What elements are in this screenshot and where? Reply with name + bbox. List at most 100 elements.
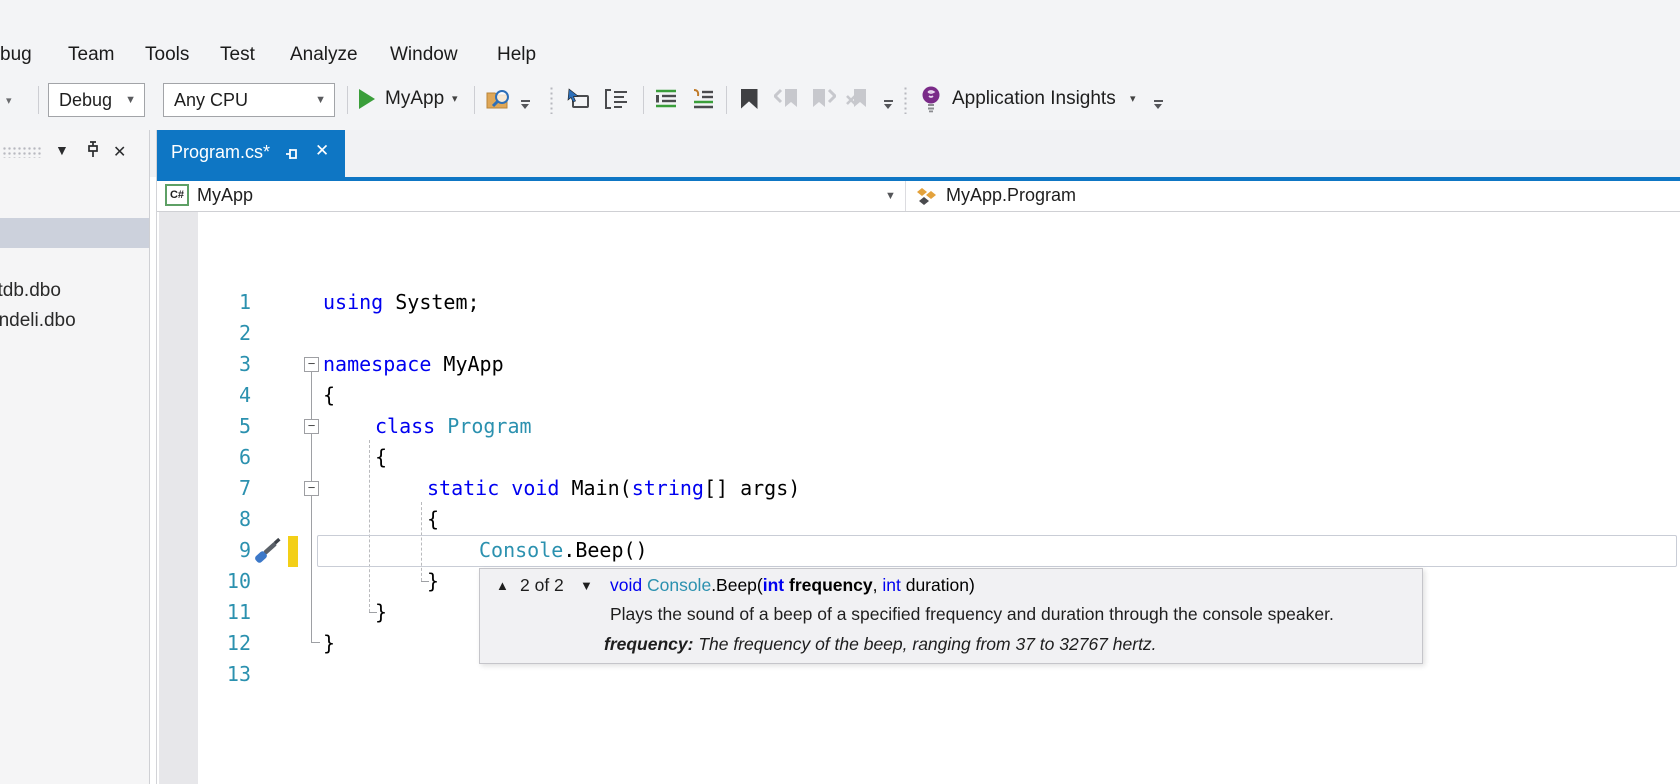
code-line-4[interactable]: 4{ — [157, 380, 1680, 411]
line-number: 9 — [187, 535, 251, 566]
toolbar-option-overflow[interactable] — [1152, 100, 1164, 112]
parameter-info-tooltip: ▲ 2 of 2 ▼ void Console.Beep(int frequen… — [479, 568, 1423, 664]
line-number: 4 — [187, 380, 251, 411]
tree-item[interactable]: stdb.dbo — [0, 280, 61, 302]
code-token: void — [610, 575, 647, 595]
code-line-9[interactable]: 9 Console.Beep() — [157, 535, 1680, 566]
member-dropdown-value: MyApp.Program — [946, 185, 1076, 206]
member-list-icon[interactable] — [563, 84, 593, 114]
close-icon[interactable]: ✕ — [113, 142, 126, 162]
member-dropdown[interactable]: MyApp.Program — [906, 181, 1676, 211]
menu-item-help[interactable]: Help — [497, 44, 536, 66]
decrease-indent-icon[interactable] — [651, 84, 681, 114]
menu-item-bug[interactable]: bug — [0, 44, 32, 66]
start-button-label[interactable]: MyApp — [385, 88, 444, 110]
line-number: 11 — [187, 597, 251, 628]
code-token: string — [632, 476, 704, 500]
line-number: 12 — [187, 628, 251, 659]
platform-value: Any CPU — [174, 90, 248, 110]
code-text: using System; — [323, 287, 480, 318]
code-text: { — [375, 442, 387, 473]
clear-bookmarks-icon[interactable] — [843, 84, 873, 114]
code-token: System; — [383, 290, 479, 314]
chevron-down-icon[interactable]: ▾ — [6, 94, 12, 107]
line-number: 1 — [187, 287, 251, 318]
menu-item-test[interactable]: Test — [220, 44, 255, 66]
collapse-region-icon[interactable]: − — [304, 419, 319, 434]
code-text: { — [427, 504, 439, 535]
code-token: duration) — [901, 575, 975, 595]
collapse-region-icon[interactable]: − — [304, 481, 319, 496]
pin-icon[interactable] — [285, 146, 300, 162]
find-in-files-icon[interactable] — [484, 84, 514, 114]
code-token: { — [427, 507, 439, 531]
increase-indent-icon[interactable] — [688, 84, 718, 114]
code-token: Program — [447, 414, 531, 438]
modified-line-marker — [288, 536, 298, 567]
collapse-region-icon[interactable]: − — [304, 357, 319, 372]
code-text: static void Main(string[] args) — [427, 473, 800, 504]
code-editor[interactable]: 1using System;23−namespace MyApp4{5−clas… — [157, 212, 1680, 784]
server-explorer-panel: ▼ ✕ stdb.dbo ondeli.dbo — [0, 130, 150, 784]
code-line-7[interactable]: 7 − static void Main(string[] args) — [157, 473, 1680, 504]
menu-item-tools[interactable]: Tools — [145, 44, 189, 66]
project-dropdown-value: MyApp — [197, 185, 253, 206]
code-token: int — [882, 575, 900, 595]
code-text: namespace MyApp — [323, 349, 504, 380]
tab-strip-empty — [345, 130, 1680, 177]
pin-icon[interactable] — [85, 141, 100, 158]
toolbar-option-overflow[interactable] — [519, 100, 531, 112]
chevron-down-icon[interactable]: ▾ — [452, 92, 458, 105]
code-token: .Beep() — [563, 538, 647, 562]
code-line-3[interactable]: 3 −namespace MyApp — [157, 349, 1680, 380]
code-token: int — [763, 575, 784, 595]
menu-item-team[interactable]: Team — [68, 44, 114, 66]
code-line-8[interactable]: 8{ — [157, 504, 1680, 535]
menu-item-analyze[interactable]: Analyze — [290, 44, 358, 66]
application-insights-lightbulb-icon[interactable] — [916, 84, 946, 114]
parameter-text: The frequency of the beep, ranging from … — [693, 634, 1156, 654]
code-line-6[interactable]: 6{ — [157, 442, 1680, 473]
close-icon[interactable]: ✕ — [315, 141, 329, 161]
play-icon — [359, 89, 375, 109]
code-token: { — [375, 445, 387, 469]
class-icon — [914, 184, 940, 208]
code-line-2[interactable]: 2 — [157, 318, 1680, 349]
toolbar-grip[interactable] — [903, 86, 909, 114]
parameter-info-icon[interactable] — [601, 84, 631, 114]
signature-up-arrow[interactable]: ▲ — [496, 578, 509, 593]
code-line-5[interactable]: 5−class Program — [157, 411, 1680, 442]
code-token: .Beep( — [711, 575, 763, 595]
tab-program-cs[interactable]: Program.cs* ✕ — [157, 130, 345, 177]
selected-row-highlight[interactable] — [0, 218, 150, 248]
previous-bookmark-icon[interactable] — [772, 84, 802, 114]
chevron-down-icon: ▼ — [315, 84, 326, 116]
toolbar-separator — [726, 86, 727, 114]
menu-item-window[interactable]: Window — [390, 44, 458, 66]
code-token: Console — [479, 538, 563, 562]
signature-down-arrow[interactable]: ▼ — [580, 578, 593, 593]
configuration-dropdown[interactable]: Debug ▼ — [48, 83, 145, 117]
toolbar-separator — [474, 86, 475, 114]
code-line-1[interactable]: 1 using System; — [157, 287, 1680, 318]
start-debugging-button[interactable] — [352, 84, 382, 114]
line-number: 3 — [187, 349, 251, 380]
panel-grip[interactable] — [2, 146, 42, 158]
line-number: 7 — [187, 473, 251, 504]
code-token: namespace — [323, 352, 431, 376]
toolbar-option-overflow[interactable] — [882, 100, 894, 112]
toolbar-grip[interactable] — [549, 86, 555, 114]
code-text: Console.Beep() — [479, 535, 648, 566]
panel-menu-chevron-icon[interactable]: ▼ — [55, 142, 69, 158]
project-dropdown[interactable]: C# MyApp ▼ — [157, 181, 903, 211]
code-token: frequency — [784, 575, 873, 595]
toggle-bookmark-icon[interactable] — [734, 84, 764, 114]
platform-dropdown[interactable]: Any CPU ▼ — [163, 83, 335, 117]
code-text: } — [427, 566, 439, 597]
code-text: class Program — [375, 411, 532, 442]
chevron-down-icon[interactable]: ▾ — [1130, 92, 1136, 105]
app-insights-label[interactable]: Application Insights — [952, 88, 1116, 110]
next-bookmark-icon[interactable] — [808, 84, 838, 114]
code-token: MyApp — [431, 352, 503, 376]
tree-item[interactable]: ondeli.dbo — [0, 310, 76, 332]
